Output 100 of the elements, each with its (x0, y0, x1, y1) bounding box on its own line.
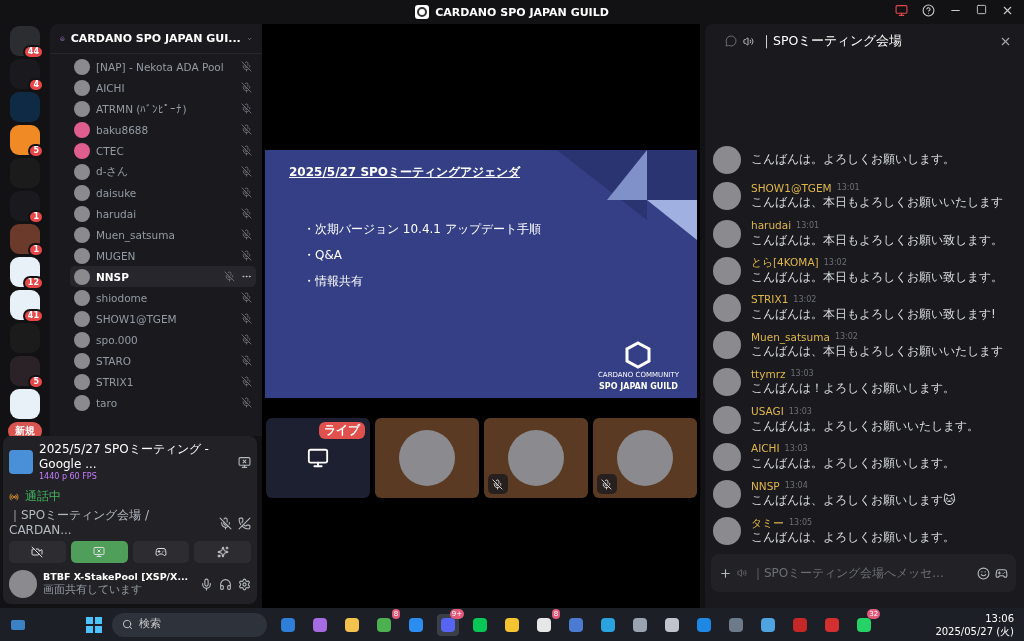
close-icon[interactable] (1001, 4, 1014, 17)
member-row[interactable]: ATRMN (ﾊﾞﾝﾋﾟｰﾅ) (70, 98, 256, 119)
server-icon[interactable]: 44 (10, 26, 40, 56)
settings-button[interactable] (238, 577, 251, 591)
unread-badge: 44 (22, 45, 44, 59)
stream-thumbnail (9, 450, 33, 475)
member-row[interactable]: AICHI (70, 77, 256, 98)
message-composer[interactable]: ｜SPOミーティング会場へメッセ... (711, 554, 1016, 592)
search-field[interactable]: 検索 (112, 612, 268, 637)
screen-button[interactable] (70, 541, 128, 563)
member-name: taro (96, 396, 119, 409)
disconnect-button[interactable] (238, 516, 251, 530)
avatar (713, 368, 741, 397)
member-row[interactable]: daisuke (70, 182, 256, 203)
author-name: NNSP (751, 479, 780, 494)
avatar (713, 293, 741, 322)
member-name: STRIX1 (96, 375, 135, 388)
server-icon[interactable]: 12 (10, 257, 40, 287)
monitor-icon[interactable] (895, 4, 908, 17)
stream-title: 2025/5/27 SPOミーティング - Google ... (39, 442, 210, 472)
guild-name[interactable]: CARDANO SPO JAPAN GUI... (70, 32, 241, 45)
stop-stream-button[interactable] (238, 455, 251, 469)
activity-button[interactable] (132, 541, 190, 563)
muted-mic-icon (241, 229, 252, 240)
member-row[interactable]: MUGEN (70, 245, 256, 266)
guild-logo-icon (415, 5, 430, 19)
message-text: こんばんは。本日もよろしくお願い致します! (751, 307, 997, 323)
soundboard-button[interactable] (194, 541, 251, 563)
participant-avatar (507, 430, 564, 486)
participant-tile[interactable] (592, 418, 697, 498)
avatar (713, 331, 741, 360)
member-row[interactable]: d-さん (70, 161, 256, 182)
message-text: こんばんは、本日もよろしくお願いいたします (751, 195, 1004, 211)
maximize-icon[interactable] (976, 4, 987, 15)
participant-tile[interactable] (483, 418, 588, 498)
member-row[interactable]: spo.000 (70, 329, 256, 350)
server-icon[interactable]: 5 (10, 356, 40, 386)
plus-icon[interactable] (719, 566, 732, 580)
camera-off-icon (31, 546, 44, 558)
member-row[interactable]: harudai (70, 203, 256, 224)
message-time: 13:01 (836, 183, 860, 194)
muted-mic-icon (241, 208, 252, 219)
camera-button[interactable] (9, 541, 66, 563)
sparkle-icon (216, 546, 229, 558)
message-time: 13:02 (834, 332, 858, 343)
author-name: harudai (751, 218, 792, 233)
member-row[interactable]: baku8688 (70, 119, 256, 140)
speaker-icon (743, 35, 754, 47)
message-time: 13:02 (823, 257, 847, 269)
emoji-icon[interactable] (977, 566, 990, 580)
member-row[interactable]: shiodome (70, 287, 256, 308)
unread-badge: 4 (28, 78, 44, 92)
muted-mic-icon (241, 124, 252, 135)
mic-button[interactable] (200, 577, 213, 591)
member-name: AICHI (96, 81, 126, 94)
muted-mic-icon (241, 355, 252, 366)
unread-badge: 1 (28, 243, 44, 257)
windows-start-icon[interactable] (86, 616, 103, 633)
member-name: CTEC (96, 144, 125, 157)
participant-tile[interactable] (374, 418, 479, 498)
message-time: 13:01 (796, 220, 820, 231)
author-name: USAGI (751, 405, 784, 419)
server-icon[interactable]: 1 (10, 224, 40, 254)
server-icon[interactable]: 5 (10, 125, 40, 155)
avatar (713, 442, 741, 471)
message-time: 13:03 (788, 406, 812, 418)
server-icon[interactable] (10, 389, 40, 419)
member-name: shiodome (96, 291, 149, 304)
unread-badge: 5 (28, 144, 44, 158)
member-row[interactable]: Muen_satsuma (70, 224, 256, 245)
speaker-icon (737, 568, 747, 578)
member-row[interactable]: STARO (70, 350, 256, 371)
server-icon[interactable]: 41 (10, 290, 40, 320)
message-field[interactable]: ｜SPOミーティング会場へメッセ... (752, 566, 972, 580)
clock-time[interactable]: 13:06 (985, 611, 1014, 625)
member-row[interactable]: CTEC (70, 140, 256, 161)
server-icon[interactable]: 1 (10, 191, 40, 221)
unread-badge: 12 (22, 276, 44, 290)
member-row[interactable]: taro (70, 392, 256, 413)
headphones-button[interactable] (219, 577, 232, 591)
member-row[interactable]: STRIX1 (70, 371, 256, 392)
muted-mic-icon (241, 103, 252, 114)
muted-mic-icon (596, 474, 617, 494)
noise-button[interactable] (219, 516, 232, 530)
help-icon[interactable] (922, 4, 935, 17)
clock-date[interactable]: 2025/05/27 (火) (935, 624, 1014, 638)
author-name: STRIX1 (751, 293, 789, 307)
member-name: ATRMN (ﾊﾞﾝﾋﾟｰﾅ) (96, 102, 188, 115)
server-icon[interactable]: 4 (10, 59, 40, 89)
member-row[interactable]: NNSP (70, 266, 256, 287)
muted-mic-icon (241, 397, 252, 408)
stream-tile[interactable]: ライブ (265, 418, 370, 498)
message-text: こんばんは。よろしくお願いします。 (751, 455, 956, 472)
member-row[interactable]: [NAP] - Nekota ADA Pool (70, 56, 256, 77)
muted-mic-icon (241, 166, 252, 177)
member-name: STARO (96, 354, 132, 367)
muted-mic-icon (241, 376, 252, 387)
gamepad-icon[interactable] (995, 566, 1008, 580)
message-text: こんばんは、よろしくお願いします🐱 (751, 493, 957, 509)
member-row[interactable]: SHOW1@TGEM (70, 308, 256, 329)
